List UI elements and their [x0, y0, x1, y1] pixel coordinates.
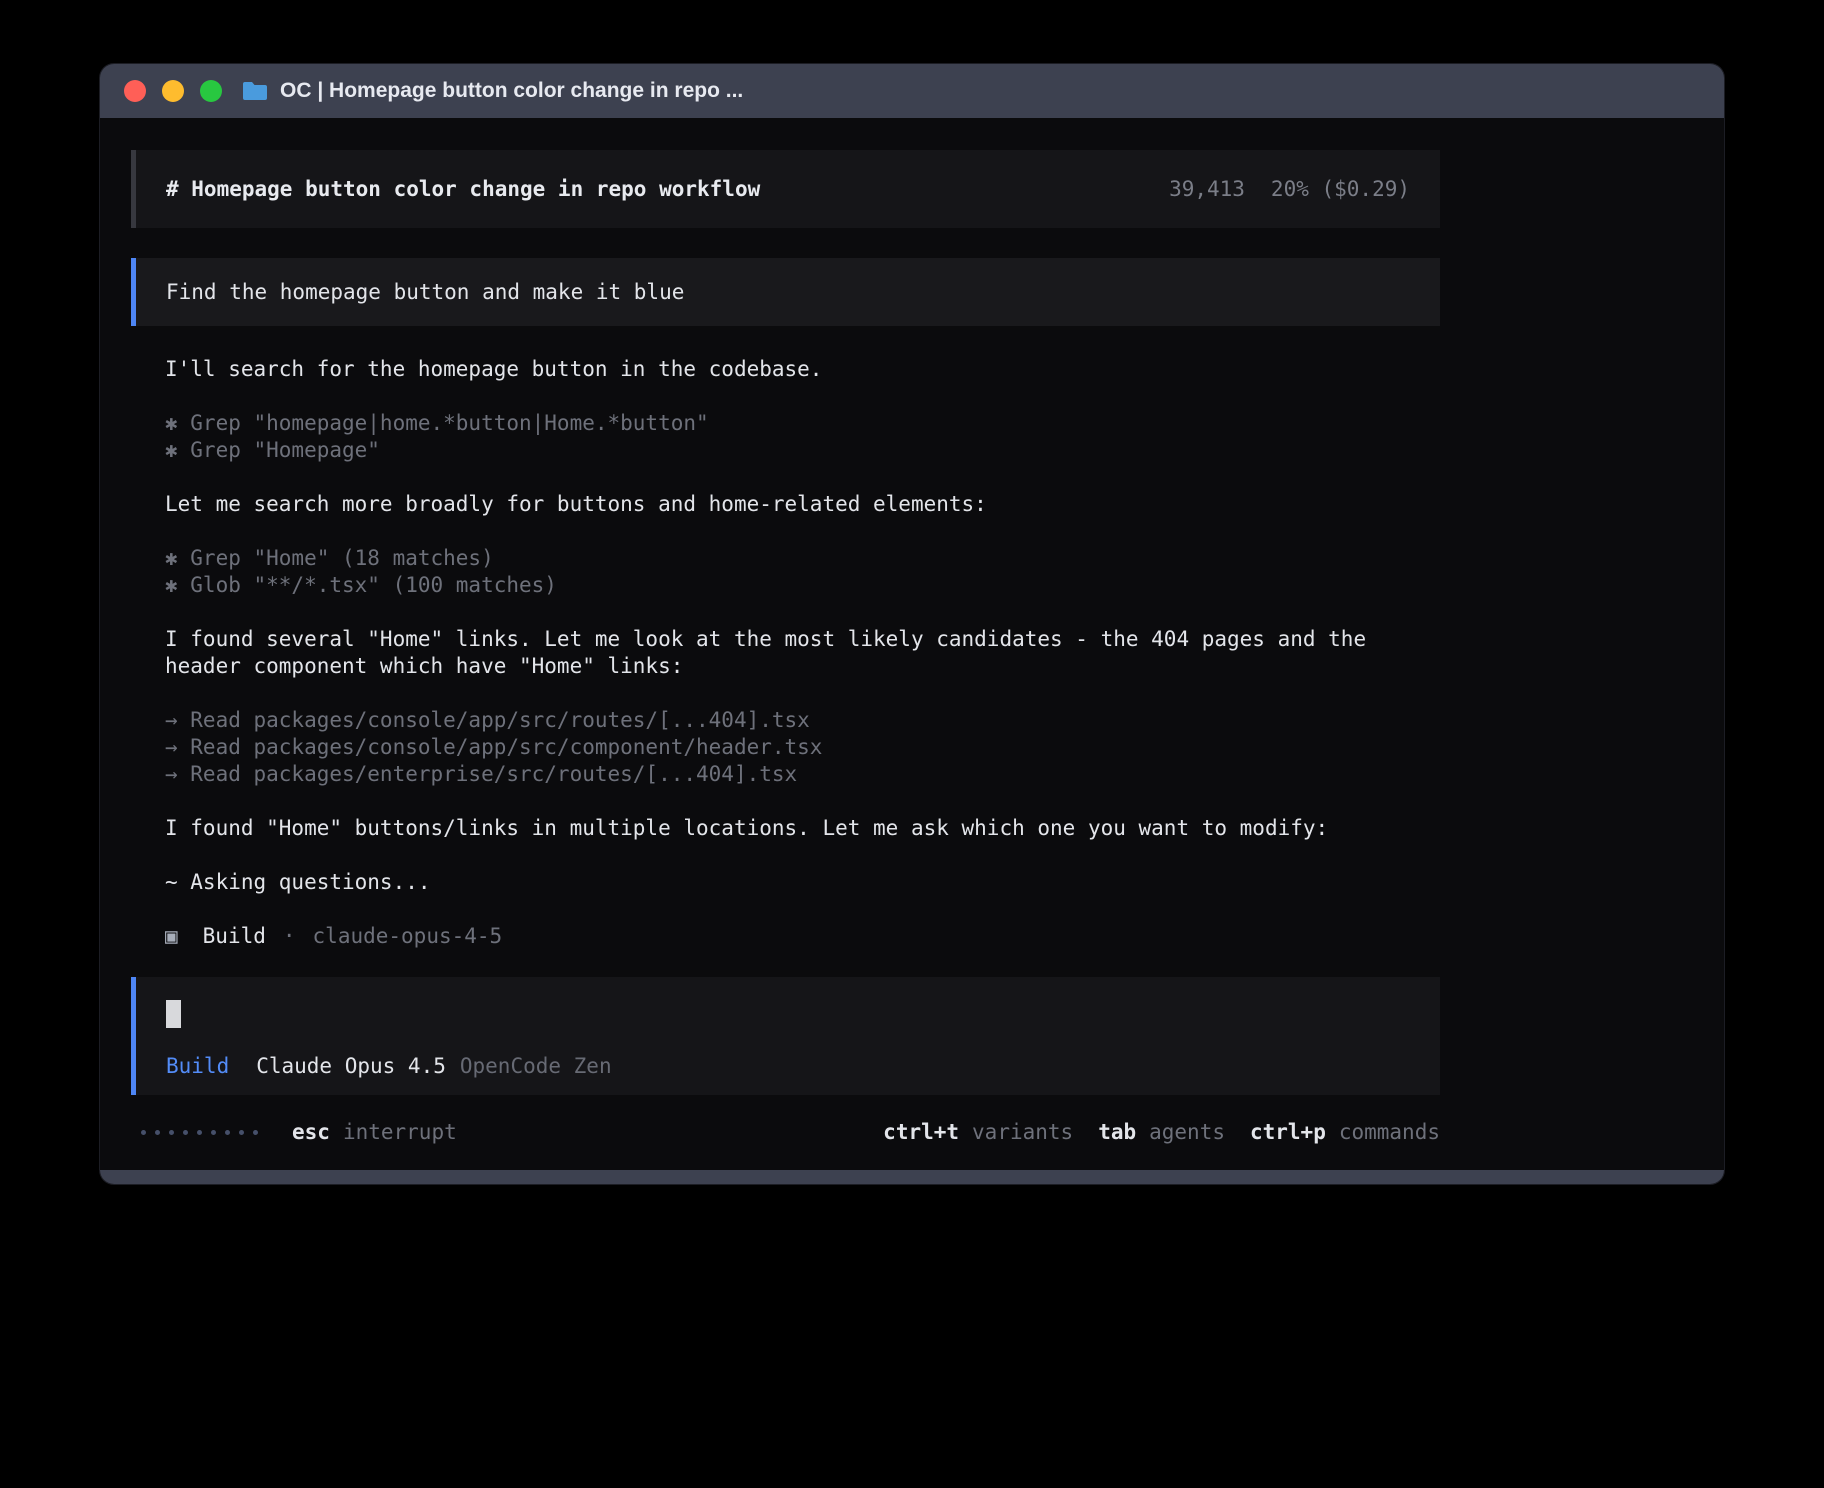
- provider-name: OpenCode Zen: [460, 1053, 612, 1080]
- user-message: Find the homepage button and make it blu…: [131, 258, 1440, 326]
- assistant-text: I found "Home" buttons/links in multiple…: [165, 815, 1440, 842]
- session-stats: 39,413 20% ($0.29): [1169, 176, 1410, 203]
- window-title-group: OC | Homepage button color change in rep…: [242, 79, 743, 103]
- agent-icon: ▣: [165, 923, 178, 950]
- prompt-input[interactable]: Build Claude Opus 4.5 OpenCode Zen: [131, 977, 1440, 1095]
- spinner-dots: [141, 1130, 258, 1135]
- hint-label: agents: [1149, 1119, 1225, 1146]
- session-title: # Homepage button color change in repo w…: [166, 176, 760, 203]
- hint-agents: tab agents: [1098, 1119, 1225, 1146]
- hint-key: esc: [292, 1119, 330, 1146]
- minimize-button[interactable]: [162, 80, 184, 102]
- hint-key: ctrl+p: [1250, 1119, 1326, 1146]
- hint-interrupt: esc interrupt: [292, 1119, 457, 1146]
- tool-call-read: → Read packages/console/app/src/routes/[…: [165, 707, 1440, 734]
- zoom-button[interactable]: [200, 80, 222, 102]
- close-button[interactable]: [124, 80, 146, 102]
- text-cursor: [166, 1000, 181, 1028]
- hint-label: variants: [972, 1119, 1073, 1146]
- input-meta: Build Claude Opus 4.5 OpenCode Zen: [166, 1053, 1410, 1080]
- mode-badge[interactable]: Build: [166, 1053, 229, 1080]
- token-count: 39,413: [1169, 176, 1245, 203]
- terminal-window: OC | Homepage button color change in rep…: [100, 64, 1724, 1184]
- tool-call-grep: ✱ Grep "Homepage": [165, 437, 1440, 464]
- tool-call-glob: ✱ Glob "**/*.tsx" (100 matches): [165, 572, 1440, 599]
- window-bottom-edge: [100, 1170, 1724, 1184]
- hint-variants: ctrl+t variants: [883, 1119, 1073, 1146]
- assistant-text: I'll search for the homepage button in t…: [165, 356, 1440, 383]
- assistant-text: I found several "Home" links. Let me loo…: [165, 626, 1440, 680]
- tool-call-read: → Read packages/enterprise/src/routes/[.…: [165, 761, 1440, 788]
- titlebar[interactable]: OC | Homepage button color change in rep…: [100, 64, 1724, 118]
- status-bar: esc interrupt ctrl+t variants tab agents…: [131, 1119, 1440, 1146]
- tool-call-grep: ✱ Grep "Home" (18 matches): [165, 545, 1440, 572]
- agent-separator: ·: [283, 923, 296, 950]
- tool-call-grep: ✱ Grep "homepage|home.*button|Home.*butt…: [165, 410, 1440, 437]
- hint-key: ctrl+t: [883, 1119, 959, 1146]
- agent-name: Build: [203, 923, 266, 950]
- session-header: # Homepage button color change in repo w…: [131, 150, 1440, 228]
- traffic-lights: [124, 80, 222, 102]
- status-text: ~ Asking questions...: [165, 869, 1440, 896]
- assistant-text: Let me search more broadly for buttons a…: [165, 491, 1440, 518]
- window-title: OC | Homepage button color change in rep…: [280, 79, 743, 103]
- tool-call-read: → Read packages/console/app/src/componen…: [165, 734, 1440, 761]
- folder-icon: [242, 80, 268, 102]
- hint-label: interrupt: [343, 1119, 457, 1146]
- hint-label: commands: [1339, 1119, 1440, 1146]
- user-message-text: Find the homepage button and make it blu…: [166, 279, 684, 306]
- hint-key: tab: [1098, 1119, 1136, 1146]
- agent-model: claude-opus-4-5: [313, 923, 503, 950]
- model-name[interactable]: Claude Opus 4.5: [256, 1053, 446, 1080]
- hint-commands: ctrl+p commands: [1250, 1119, 1440, 1146]
- agent-row: ▣ Build · claude-opus-4-5: [165, 923, 1440, 950]
- context-usage: 20% ($0.29): [1271, 176, 1410, 203]
- transcript: I'll search for the homepage button in t…: [131, 356, 1440, 950]
